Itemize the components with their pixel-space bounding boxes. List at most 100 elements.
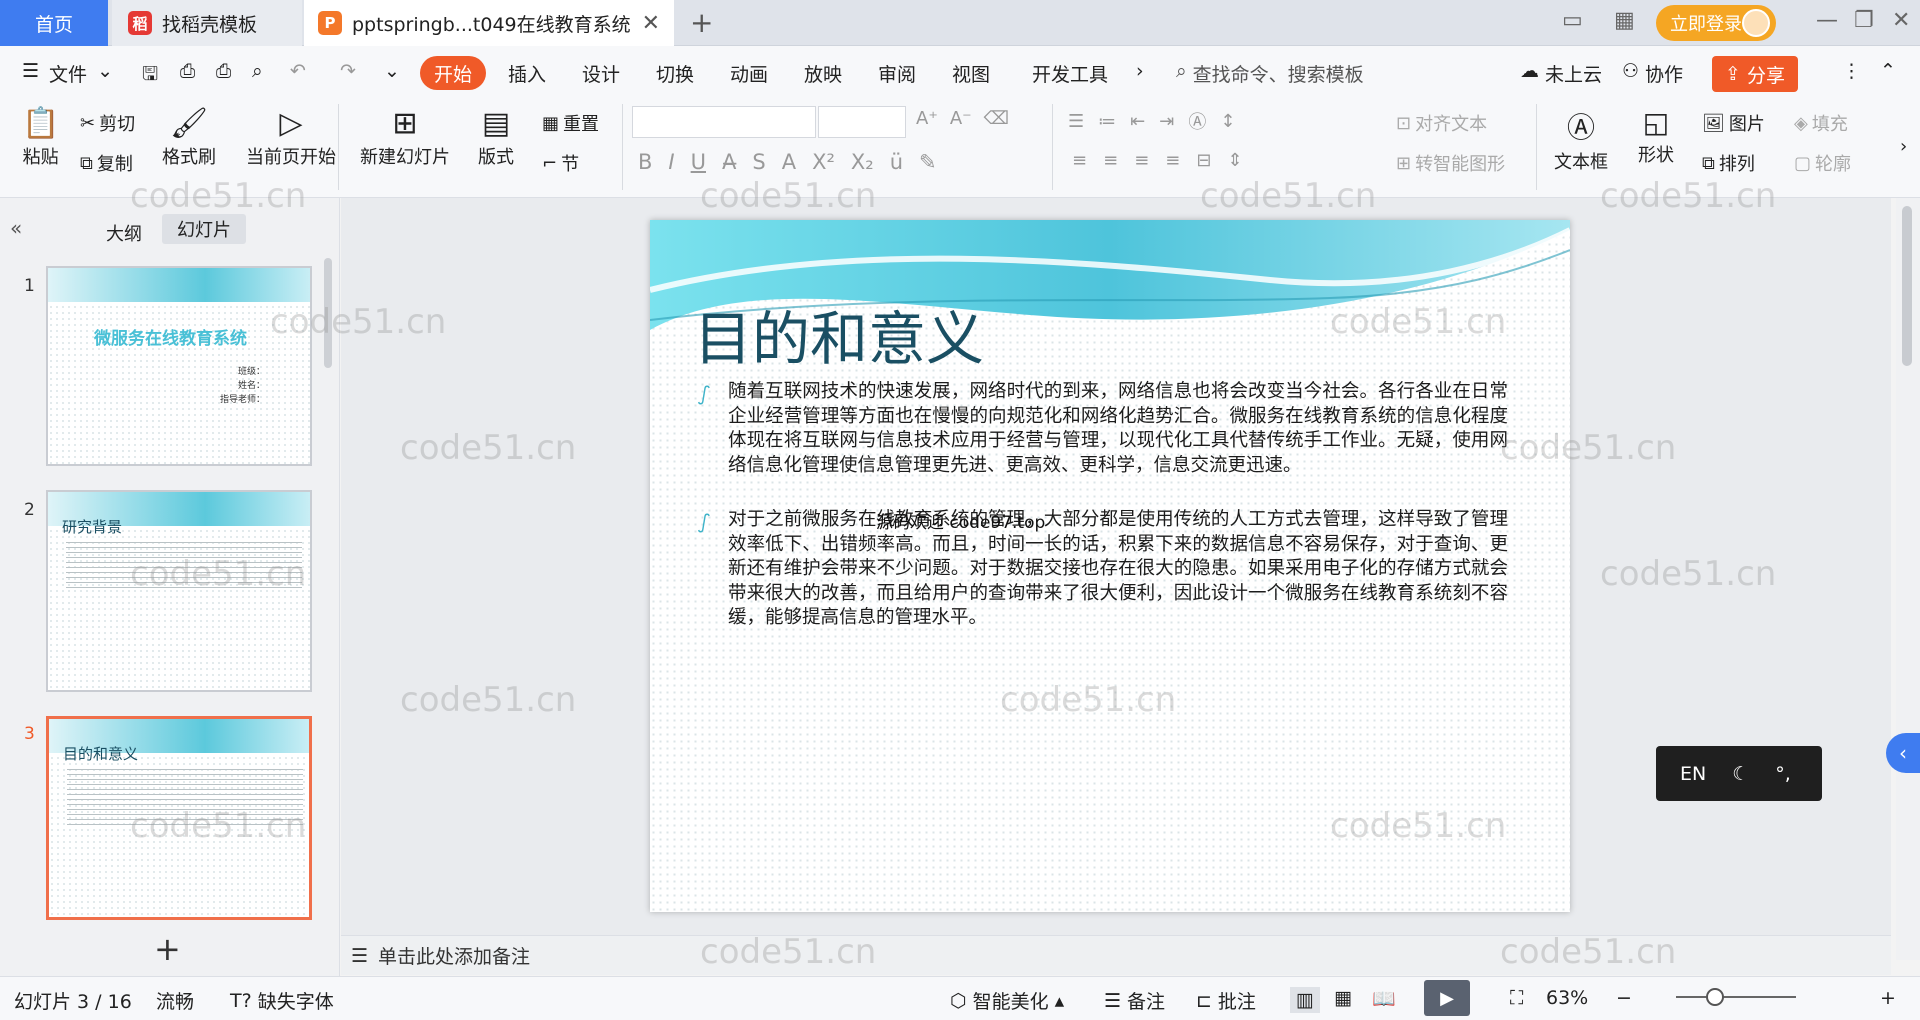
shadow-icon[interactable]: S [752,150,765,174]
add-slide-icon[interactable]: + [154,930,181,968]
ribbon-scroll-right-icon[interactable]: › [1900,136,1907,157]
copy-button[interactable]: ⧉ 复制 [80,150,133,176]
missing-font-button[interactable]: T? 缺失字体 [230,987,334,1014]
italic-icon[interactable]: I [668,150,674,174]
zoom-level[interactable]: 63% [1546,987,1588,1009]
menu-developer[interactable]: 开发工具 [1032,60,1108,87]
vertical-scrollbar[interactable] [1896,198,1920,960]
align-left-icon[interactable]: ≡ [1072,150,1087,171]
format-painter-button[interactable]: 🖌 格式刷 [162,106,216,169]
menu-design[interactable]: 设计 [582,60,620,87]
bold-icon[interactable]: B [638,150,652,174]
current-slide[interactable]: 目的和意义 ഽ 随着互联网技术的快速发展，网络时代的到来，网络信息也将会改变当今… [650,220,1570,912]
underline-icon[interactable]: U [691,150,706,174]
print-icon[interactable]: ⎙ [216,60,231,82]
reading-mode-icon[interactable]: ▭ [1562,8,1583,33]
side-expand-icon[interactable]: ‹ [1886,733,1920,773]
menu-review[interactable]: 审阅 [878,60,916,87]
collapse-panel-icon[interactable]: « [10,216,22,240]
superscript-icon[interactable]: X² [812,150,835,174]
numbering-icon[interactable]: ≔ [1098,111,1116,132]
smart-art-button[interactable]: ⊞ 转智能图形 [1396,150,1505,176]
login-button[interactable]: 立即登录 [1656,5,1776,41]
menu-insert[interactable]: 插入 [508,60,546,87]
menu-transition[interactable]: 切换 [656,60,694,87]
menu-start[interactable]: 开始 [420,56,486,90]
normal-view-icon[interactable]: ▥ [1290,987,1320,1013]
new-tab-button[interactable]: + [690,6,713,39]
zoom-in-icon[interactable]: + [1880,987,1896,1009]
clear-format-icon[interactable]: ⌫ [984,108,1009,129]
slide-paragraph-2[interactable]: 对于之前微服务在线教育系统的管理，大部分都是使用传统的人工方式去管理，这样导致了… [728,508,1508,631]
notes-bar[interactable]: ☰ 单击此处添加备注 [341,935,1891,975]
bullets-icon[interactable]: ☰ [1068,111,1084,132]
align-text-button[interactable]: ⊡ 对齐文本 [1396,110,1487,136]
menu-more-icon[interactable]: › [1136,60,1144,82]
text-box-button[interactable]: Ⓐ 文本框 [1554,106,1608,174]
slide-title[interactable]: 目的和意义 [694,292,984,376]
text-direction-icon[interactable]: Ⓐ [1188,108,1206,134]
moon-icon[interactable]: ☾ [1732,763,1749,785]
command-search[interactable]: ⌕ 查找命令、搜索模板 [1176,60,1364,87]
restore-icon[interactable]: ❐ [1854,8,1874,33]
export-pdf-icon[interactable]: ⎙ [180,60,195,82]
more-options-icon[interactable]: ⋮ [1842,60,1861,82]
reading-view-icon[interactable]: 📖 [1372,987,1396,1010]
font-family-select[interactable] [632,106,816,138]
section-button[interactable]: ⌐ 节 [542,150,579,176]
more-chevron-icon[interactable]: ⌄ [384,60,400,82]
decrease-font-icon[interactable]: A⁻ [950,108,972,129]
menu-view[interactable]: 视图 [952,60,990,87]
tab-slides[interactable]: 幻灯片 [162,214,246,244]
tab-home[interactable]: 首页 [0,0,108,46]
slideshow-play-button[interactable]: ▶ [1424,980,1470,1016]
scrollbar-thumb[interactable] [1902,206,1912,366]
punctuation-icon[interactable]: °, [1775,763,1791,785]
collapse-ribbon-icon[interactable]: ⌃ [1880,60,1896,82]
strikethrough-icon[interactable]: A̶ [722,150,736,174]
paste-button[interactable]: 📋 粘贴 [22,106,59,169]
slide-thumbnail-1[interactable]: 微服务在线教育系统 班级： 姓名： 指导老师： [46,266,312,466]
ime-toolbar[interactable]: EN ☾ °, [1656,746,1822,801]
save-icon[interactable]: 🖫 [142,60,158,92]
cloud-status[interactable]: ☁ 未上云 [1520,60,1602,87]
layout-button[interactable]: ▤ 版式 [478,106,514,169]
tab-template[interactable]: 稻 找稻壳模板 [112,0,302,46]
sorter-view-icon[interactable]: ▦ [1334,987,1352,1009]
reset-button[interactable]: ▦ 重置 [542,110,599,136]
shape-button[interactable]: ◱ 形状 [1638,106,1674,167]
fill-button[interactable]: ◈ 填充 [1794,110,1848,136]
highlight-icon[interactable]: ✎ [919,150,937,174]
file-menu[interactable]: ☰ 文件 ⌄ [22,60,113,87]
distribute-icon[interactable]: ⊟ [1196,150,1211,171]
undo-icon[interactable]: ↶ [290,60,306,82]
line-spacing-icon[interactable]: ↕ [1220,111,1235,132]
fit-window-icon[interactable]: ⛶ [1510,987,1523,1009]
close-window-icon[interactable]: ✕ [1892,8,1910,33]
new-slide-button[interactable]: ⊞ 新建幻灯片 [360,106,450,169]
indent-icon[interactable]: ⇥ [1159,111,1174,132]
play-from-current-button[interactable]: ▷ 当前页开始 [246,106,336,169]
outline-button[interactable]: ▢ 轮廓 [1794,150,1851,176]
arrange-button[interactable]: ⧉ 排列 [1702,150,1755,176]
increase-font-icon[interactable]: A⁺ [916,108,938,129]
minimize-icon[interactable]: — [1816,8,1838,33]
spacing-icon[interactable]: ⇕ [1227,150,1242,171]
collaborate-button[interactable]: ⚇ 协作 [1622,60,1683,87]
comment-toggle[interactable]: ⊏ 批注 [1196,987,1256,1014]
smart-beautify-button[interactable]: ⬡ 智能美化 ▴ [950,987,1064,1014]
notes-toggle[interactable]: ☰ 备注 [1104,987,1165,1014]
slide-paragraph-1[interactable]: 随着互联网技术的快速发展，网络时代的到来，网络信息也将会改变当今社会。各行各业在… [728,380,1508,478]
zoom-slider[interactable] [1676,996,1796,998]
font-color-icon[interactable]: A [782,150,796,174]
cut-button[interactable]: ✂ 剪切 [80,110,135,136]
apps-grid-icon[interactable]: ▦ [1614,8,1635,33]
justify-icon[interactable]: ≡ [1165,150,1180,171]
tab-document[interactable]: P pptspringb...t049在线教育系统 ✕ [304,0,674,46]
menu-slideshow[interactable]: 放映 [804,60,842,87]
preview-icon[interactable]: ⌕ [252,60,263,82]
font-size-select[interactable] [818,106,906,138]
align-center-icon[interactable]: ≡ [1103,150,1118,171]
close-tab-icon[interactable]: ✕ [642,11,660,36]
tab-outline[interactable]: 大纲 [106,220,142,246]
